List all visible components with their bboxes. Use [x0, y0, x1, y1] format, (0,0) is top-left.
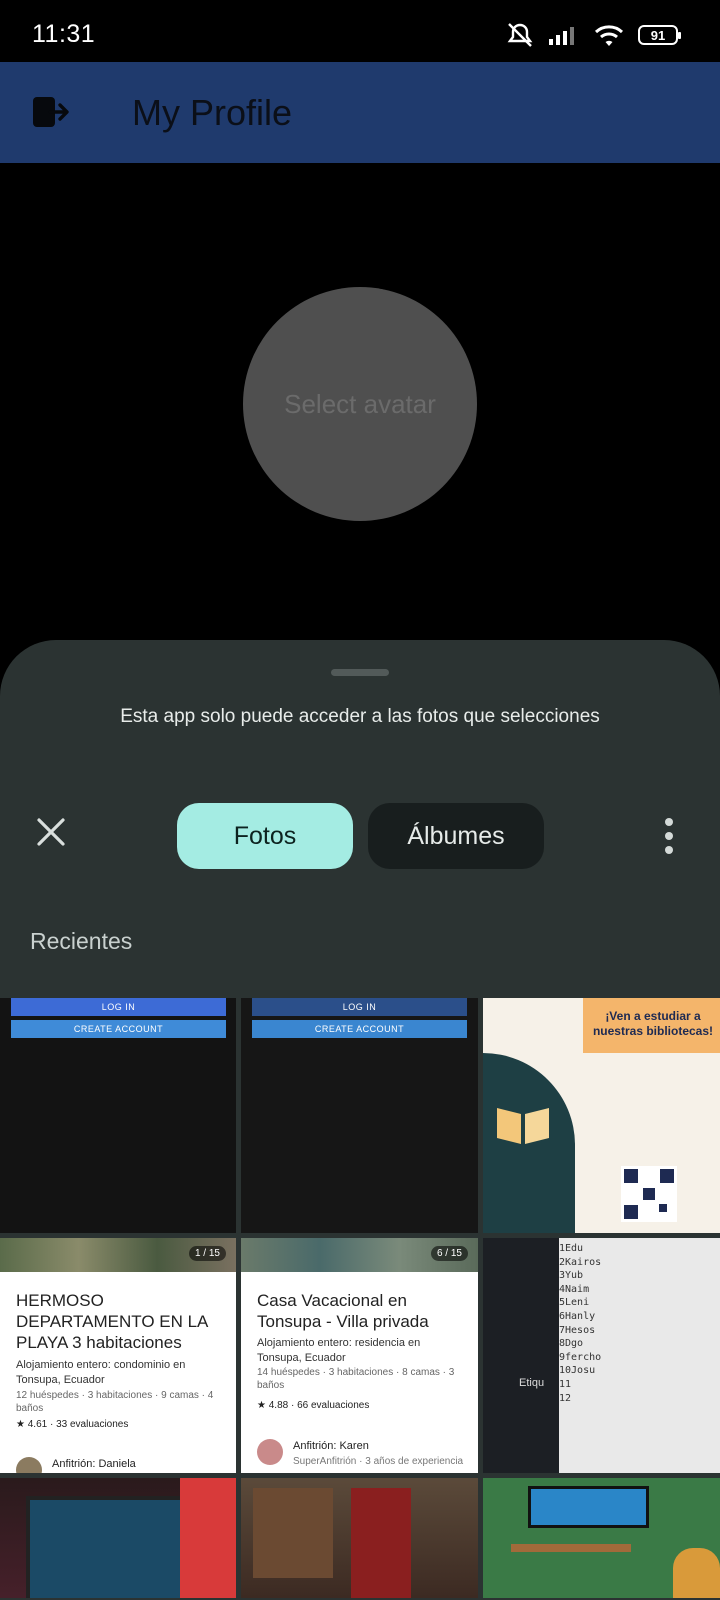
listing-host-detail: SuperAnfitrión · 3 años de experiencia	[293, 1456, 464, 1467]
profile-content: Select avatar	[0, 163, 720, 643]
app-bar: My Profile	[0, 62, 720, 163]
photo-red-panel	[180, 1478, 236, 1598]
photo-thumbnail[interactable]: LOG IN CREATE ACCOUNT	[241, 998, 478, 1233]
notes-list: 1Edu 2Kairos 3Yub 4Naim 5Leni 6Hanly 7He…	[559, 1243, 602, 1404]
poster-headline: ¡Ven a estudiar a nuestras bibliotecas!	[583, 998, 720, 1053]
listing-subtitle: Alojamiento entero: condominio en Tonsup…	[16, 1359, 186, 1386]
permission-notice: Esta app solo puede acceder a las fotos …	[120, 706, 600, 727]
drag-handle[interactable]	[331, 669, 389, 676]
tab-fotos[interactable]: Fotos	[177, 803, 353, 869]
thumb-create-text: CREATE ACCOUNT	[11, 1020, 226, 1038]
listing-rating: ★ 4.88 · 66 evaluaciones	[257, 1400, 370, 1411]
photo-person	[673, 1548, 720, 1598]
thumb-create-text: CREATE ACCOUNT	[252, 1020, 467, 1038]
wifi-icon	[594, 25, 624, 46]
qr-code-icon	[621, 1166, 677, 1222]
thumb-login-text: LOG IN	[252, 998, 467, 1016]
avatar-picker[interactable]: Select avatar	[243, 287, 477, 521]
listing-title: HERMOSO DEPARTAMENTO EN LA PLAYA 3 habit…	[16, 1291, 208, 1352]
listing-subtitle: Alojamiento entero: residencia en Tonsup…	[257, 1337, 421, 1364]
tab-albumes[interactable]: Álbumes	[368, 803, 544, 869]
thumb-login-text: LOG IN	[11, 998, 226, 1016]
notes-label: Etiqu	[519, 1377, 545, 1389]
signal-icon	[549, 27, 574, 45]
status-icons: 91	[506, 22, 681, 48]
section-recientes: Recientes	[30, 928, 133, 954]
listing-host: Anfitrión: Karen	[293, 1440, 369, 1452]
battery-icon: 91	[638, 25, 681, 45]
listing-details: 12 huéspedes · 3 habitaciones · 9 camas …	[16, 1390, 214, 1414]
listing-counter: 6 / 15	[430, 1246, 468, 1261]
photo-bookshelf	[253, 1488, 333, 1578]
close-icon[interactable]	[34, 815, 68, 849]
photo-thumbnail[interactable]: LOG IN CREATE ACCOUNT	[0, 998, 236, 1233]
photo-laptop-screen	[26, 1496, 184, 1598]
tab-fotos-label: Fotos	[233, 821, 297, 850]
mute-icon	[507, 23, 533, 47]
listing-counter: 1 / 15	[188, 1246, 226, 1261]
book-icon	[497, 1108, 549, 1144]
photo-shelf	[511, 1544, 631, 1552]
listing-host: Anfitrión: Daniela	[52, 1458, 136, 1470]
notes-sidebar	[483, 1238, 559, 1473]
more-options-icon[interactable]	[664, 818, 674, 854]
avatar-label: Select avatar	[284, 388, 436, 419]
listing-title: Casa Vacacional en Tonsupa - Villa priva…	[257, 1291, 429, 1331]
photo-thumbnail[interactable]	[241, 1478, 478, 1598]
photo-red-chair	[351, 1488, 411, 1598]
photo-thumbnail[interactable]	[0, 1478, 236, 1598]
photo-thumbnail[interactable]: ¡Ven a estudiar a nuestras bibliotecas!	[483, 998, 720, 1233]
photo-thumbnail[interactable]: 6 / 15 Casa Vacacional en Tonsupa - Vill…	[241, 1238, 478, 1473]
photo-thumbnail[interactable]: Etiqu 1Edu 2Kairos 3Yub 4Naim 5Leni 6Han…	[483, 1238, 720, 1473]
avatar	[257, 1439, 283, 1465]
avatar	[16, 1457, 42, 1473]
page-title: My Profile	[132, 92, 293, 133]
clock: 11:31	[32, 20, 96, 48]
listing-rating: ★ 4.61 · 33 evaluaciones	[16, 1419, 129, 1430]
tab-albumes-label: Álbumes	[407, 821, 505, 850]
listing-details: 14 huéspedes · 3 habitaciones · 8 camas …	[257, 1367, 455, 1391]
photo-picker-sheet: Esta app solo puede acceder a las fotos …	[0, 640, 720, 1600]
photo-tv-screen	[528, 1486, 649, 1528]
status-bar: 11:31 91	[0, 0, 720, 62]
photo-thumbnail[interactable]: 1 / 15 HERMOSO DEPARTAMENTO EN LA PLAYA …	[0, 1238, 236, 1473]
logout-icon[interactable]	[32, 96, 70, 128]
photo-thumbnail[interactable]	[483, 1478, 720, 1598]
